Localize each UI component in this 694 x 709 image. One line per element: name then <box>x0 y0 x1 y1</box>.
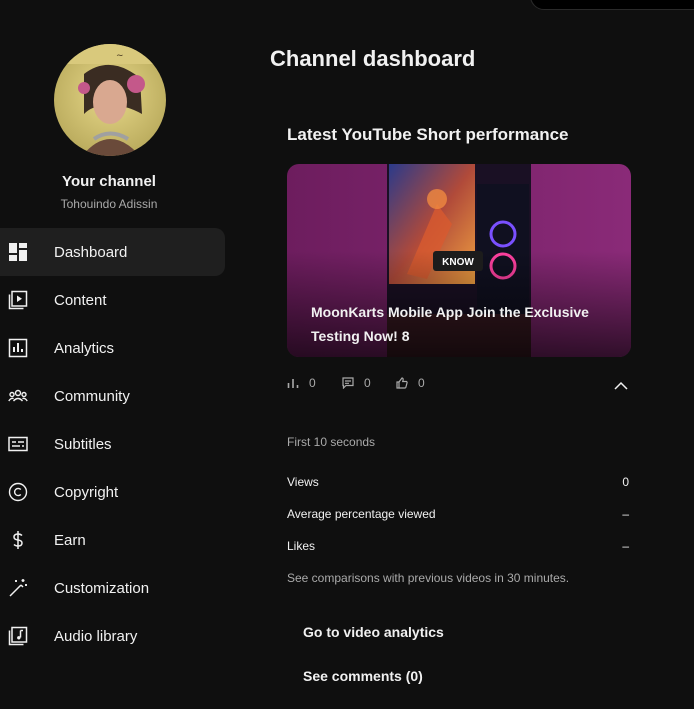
subtitles-icon <box>8 436 28 452</box>
views-count: 0 <box>309 376 316 390</box>
sidebar-item-label: Community <box>54 387 130 405</box>
sidebar-item-community[interactable]: Community <box>0 372 225 420</box>
comparison-note: See comparisons with previous videos in … <box>287 571 570 585</box>
sidebar-item-label: Subtitles <box>54 435 112 453</box>
thumbnail-badge: KNOW <box>442 257 474 268</box>
thumbs-up-icon <box>396 377 408 389</box>
likes-stat: 0 <box>396 376 425 390</box>
card-title: Latest YouTube Short performance <box>287 125 569 144</box>
dollar-icon <box>13 531 23 549</box>
channel-title: Your channel <box>62 173 156 190</box>
channel-handle: Tohouindo Adissin <box>60 197 158 211</box>
comment-icon <box>342 377 354 389</box>
short-title: MoonKarts Mobile App Join the Exclusive … <box>311 304 589 344</box>
comments-stat: 0 <box>342 376 371 390</box>
sidebar-item-copyright[interactable]: Copyright <box>0 468 225 516</box>
sidebar-item-label: Dashboard <box>54 243 128 261</box>
analytics-icon <box>8 338 28 358</box>
sidebar-nav: Dashboard Content Analytics Community Su… <box>0 228 225 660</box>
channel-avatar[interactable]: ~ <box>54 44 166 156</box>
comments-count: 0 <box>364 376 371 390</box>
short-stats: 0 0 0 <box>287 376 631 396</box>
sidebar-item-content[interactable]: Content <box>0 276 225 324</box>
sidebar-item-label: Content <box>54 291 107 309</box>
sidebar-item-audio-library[interactable]: Audio library <box>0 612 225 660</box>
sidebar-item-dashboard[interactable]: Dashboard <box>0 228 225 276</box>
metric-row-views: Views 0 <box>287 475 629 489</box>
magic-wand-icon <box>9 579 27 597</box>
metric-row-avg-percentage: Average percentage viewed – <box>287 507 629 521</box>
sidebar-item-label: Analytics <box>54 339 115 357</box>
sidebar-item-customization[interactable]: Customization <box>0 564 225 612</box>
sidebar-item-subtitles[interactable]: Subtitles <box>0 420 225 468</box>
chevron-up-icon[interactable] <box>613 378 629 394</box>
sidebar-item-label: Earn <box>54 531 86 549</box>
copyright-icon <box>8 482 28 502</box>
sidebar: ~ Your channel Tohouindo Adissin Dashboa… <box>0 0 230 709</box>
metric-label: Average percentage viewed <box>287 507 436 521</box>
sidebar-item-earn[interactable]: Earn <box>0 516 225 564</box>
page-title: Channel dashboard <box>270 46 476 71</box>
sidebar-item-label: Audio library <box>54 627 138 645</box>
section-label: First 10 seconds <box>287 435 376 449</box>
audio-library-icon <box>8 626 28 646</box>
svg-text:~: ~ <box>116 51 124 61</box>
sidebar-item-analytics[interactable]: Analytics <box>0 324 225 372</box>
top-bar-edge <box>530 0 694 10</box>
see-comments-button[interactable]: See comments (0) <box>303 668 423 684</box>
bar-chart-icon <box>287 379 299 388</box>
metric-label: Likes <box>287 539 316 553</box>
go-to-video-analytics-button[interactable]: Go to video analytics <box>303 624 444 640</box>
metric-value: – <box>622 507 629 521</box>
sidebar-item-label: Customization <box>54 579 150 597</box>
content-icon <box>8 290 28 310</box>
metric-label: Views <box>287 475 319 489</box>
short-thumbnail[interactable]: KNOW MoonKarts Mobile App Join the Exclu… <box>287 164 631 357</box>
metric-value: 0 <box>622 475 629 489</box>
likes-count: 0 <box>418 376 425 390</box>
dashboard-icon <box>9 243 27 261</box>
community-icon <box>8 389 28 402</box>
metric-value: – <box>622 539 629 553</box>
sidebar-item-label: Copyright <box>54 483 119 501</box>
views-stat: 0 <box>287 376 316 390</box>
metric-row-likes: Likes – <box>287 539 629 553</box>
